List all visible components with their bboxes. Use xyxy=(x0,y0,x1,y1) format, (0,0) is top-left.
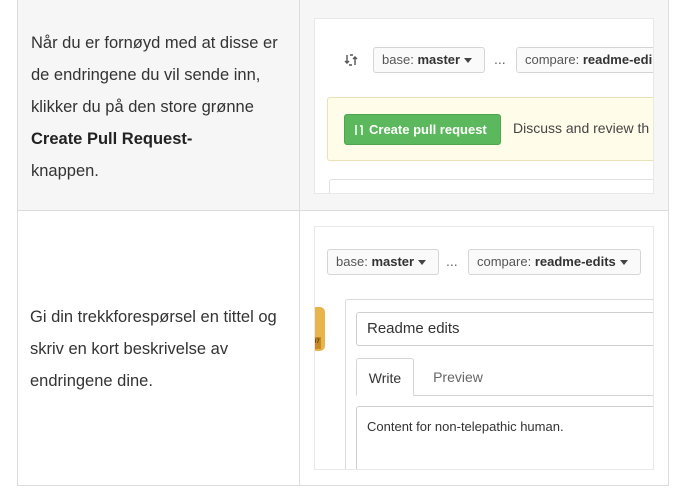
chevron-down-icon xyxy=(464,58,473,64)
compare-label: compare: xyxy=(525,52,580,67)
chevron-down-icon xyxy=(619,260,628,266)
pull-request-notice: Create pull request Discuss and review t… xyxy=(327,97,653,161)
screenshot-compare-view: base: master ... compare: readme-edi Cre… xyxy=(314,18,654,194)
tab-write[interactable]: Write xyxy=(356,358,414,396)
column-divider xyxy=(299,211,300,485)
compare-arrows-icon xyxy=(344,54,358,66)
base-label: base: xyxy=(336,254,368,269)
button-label: Create pull request xyxy=(369,122,487,137)
compare-branch-select[interactable]: compare: readme-edi xyxy=(516,47,653,73)
pr-body-textarea[interactable]: Content for non-telepathic human. xyxy=(356,406,653,469)
branch-separator: ... xyxy=(446,253,458,269)
compare-value: readme-edits xyxy=(534,254,616,269)
tab-preview[interactable]: Preview xyxy=(424,358,492,396)
pr-title-input[interactable]: Readme edits xyxy=(356,312,653,346)
base-value: master xyxy=(371,254,415,269)
step-description: Gi din trekkforespørsel en tittel og skr… xyxy=(30,308,277,390)
base-label: base: xyxy=(382,52,414,67)
step-text: Når du er fornøyd med at disse er de end… xyxy=(31,34,278,116)
screenshot-pr-form: base: master ... compare: readme-edits 0… xyxy=(314,226,654,470)
create-pull-request-button[interactable]: Create pull request xyxy=(344,114,501,145)
branch-separator: ... xyxy=(494,51,506,67)
base-value: master xyxy=(417,52,461,67)
compare-branch-select[interactable]: compare: readme-edits xyxy=(468,249,641,275)
avatar: 07 xyxy=(315,307,325,351)
button-name-emphasis: Create Pull Request- xyxy=(31,130,193,148)
avatar-badge: 07 xyxy=(315,337,321,349)
compare-value: readme-edi xyxy=(582,52,653,67)
chevron-down-icon xyxy=(418,260,427,266)
column-divider xyxy=(299,0,300,210)
compare-label: compare: xyxy=(477,254,532,269)
base-branch-select[interactable]: base: master xyxy=(327,249,439,275)
pr-form-card: Readme edits Write Preview Content for n… xyxy=(345,299,653,469)
step-text-end: knappen. xyxy=(31,162,99,180)
pull-request-icon xyxy=(355,125,363,135)
avatar-badge-text: 07 xyxy=(315,339,320,345)
step-description: Når du er fornøyd med at disse er de end… xyxy=(31,27,293,187)
discuss-text: Discuss and review th xyxy=(513,120,650,136)
base-branch-select[interactable]: base: master xyxy=(373,47,485,73)
content-box xyxy=(329,179,653,193)
